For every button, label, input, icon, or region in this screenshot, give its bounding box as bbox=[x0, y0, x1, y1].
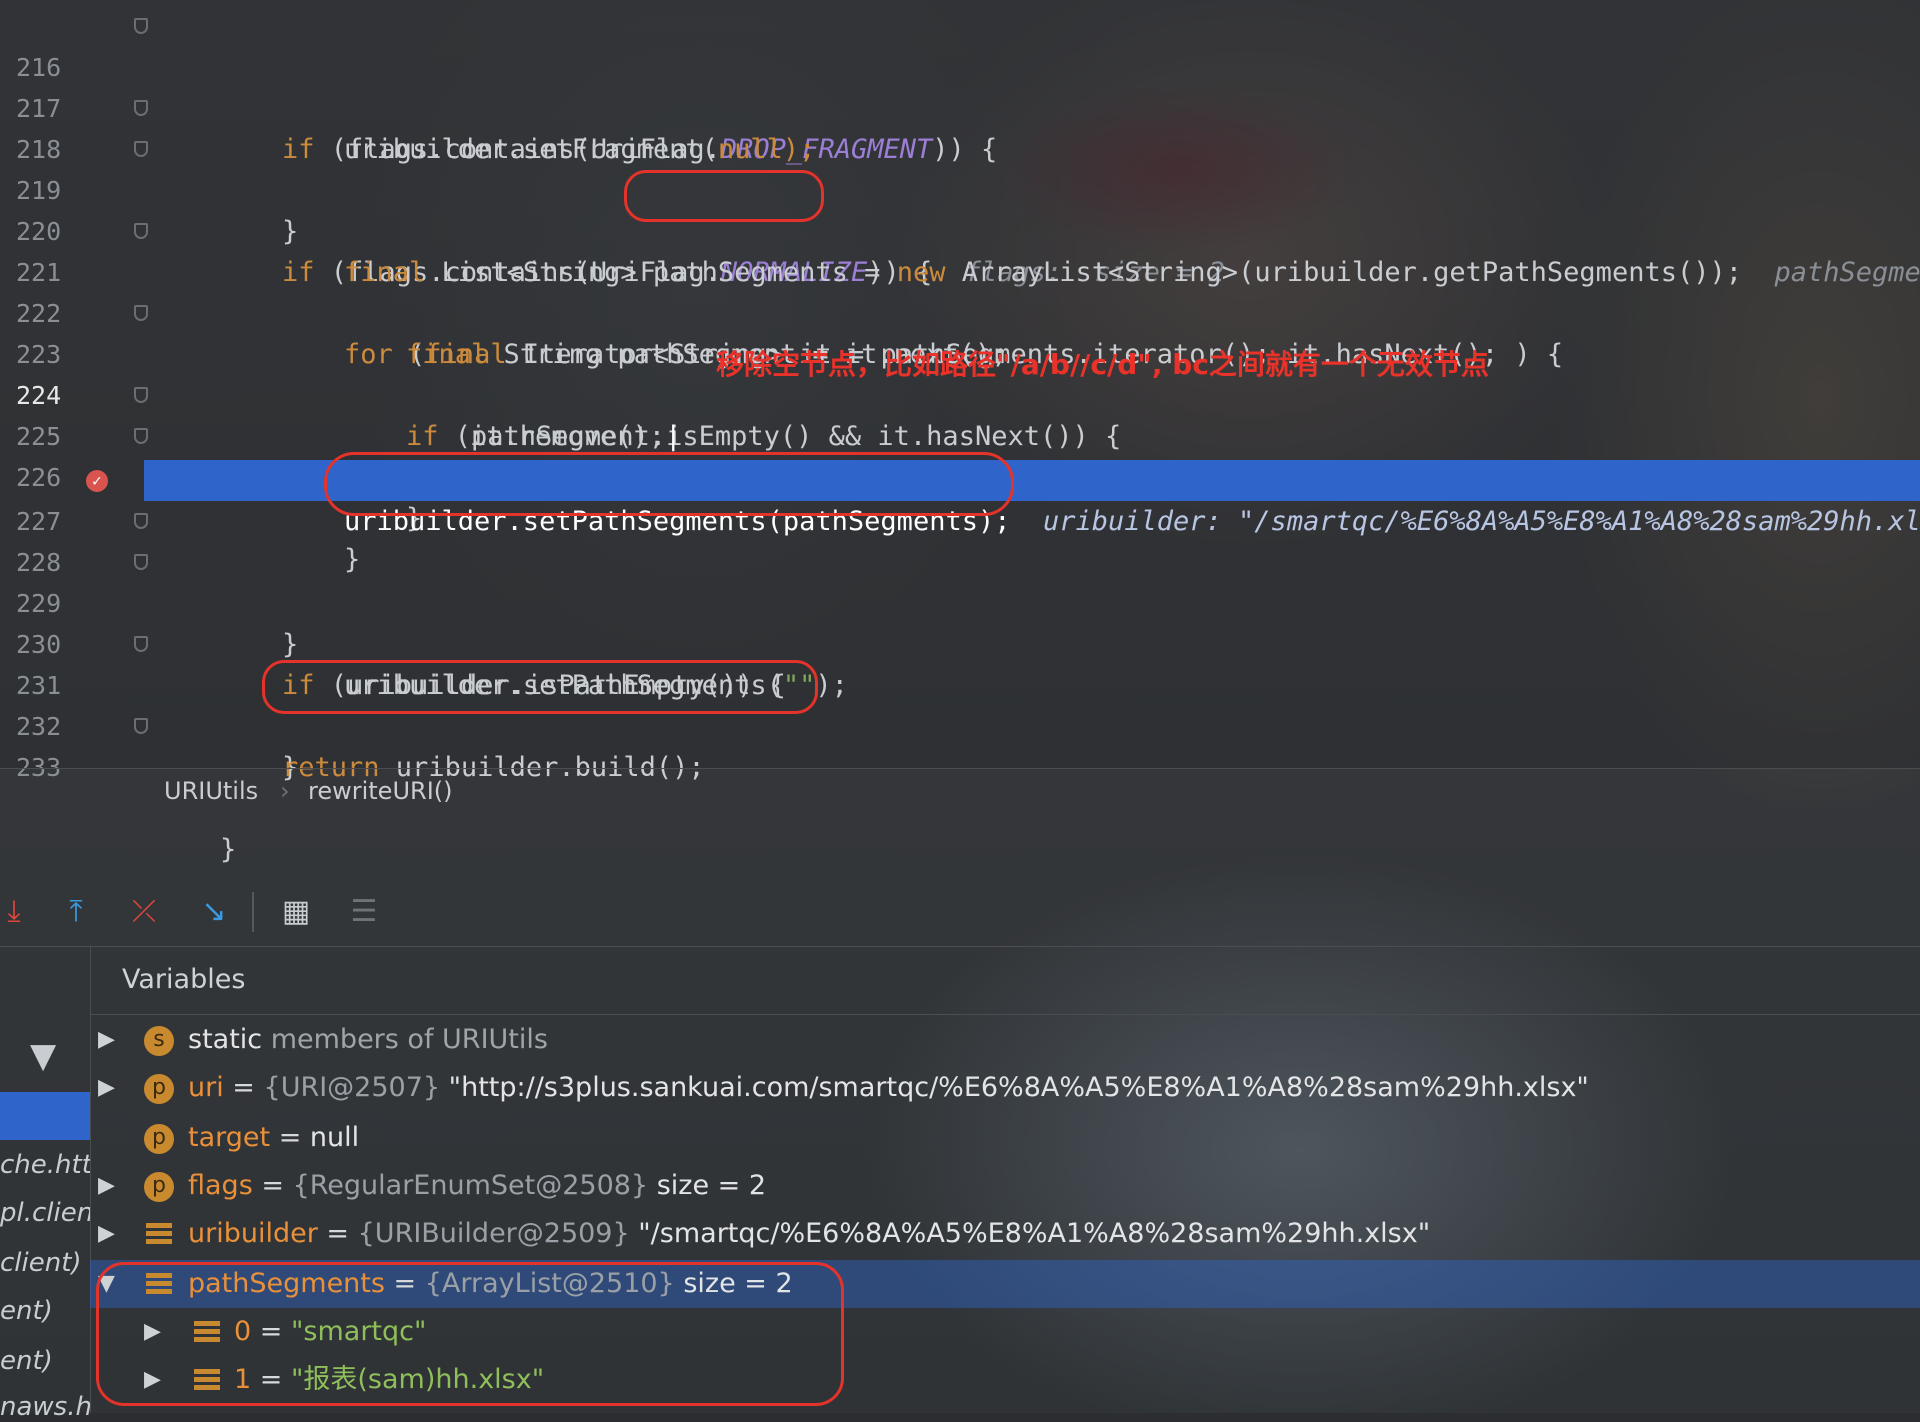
code-line[interactable]: 219 if (flags.contains(UriFlag.NORMALIZE… bbox=[0, 129, 1920, 288]
frame-item[interactable]: che.http bbox=[0, 1150, 90, 1180]
trace-icon[interactable]: ☰ bbox=[346, 894, 382, 930]
fold-icon[interactable] bbox=[134, 387, 148, 403]
frame-item[interactable]: ent) bbox=[0, 1346, 90, 1376]
parameter-badge-icon: p bbox=[144, 1172, 174, 1202]
code-line[interactable]: 226 } bbox=[0, 416, 1920, 575]
fold-icon[interactable] bbox=[134, 636, 148, 652]
expand-arrow-icon[interactable]: ▶ bbox=[98, 1016, 115, 1064]
field-icon bbox=[146, 1223, 172, 1245]
variable-row[interactable]: p target = null bbox=[90, 1114, 1920, 1162]
code-line[interactable]: 231 } bbox=[0, 624, 1920, 783]
variables-title: Variables bbox=[122, 964, 246, 995]
code-line[interactable]: 218 } bbox=[0, 88, 1920, 247]
code-editor[interactable]: 216 if (flags.contains(UriFlag.DROP_FRAG… bbox=[0, 0, 1920, 865]
toolbar-divider bbox=[252, 892, 254, 932]
code-line[interactable]: 217 uribuilder.setFragment(null); bbox=[0, 47, 1920, 165]
expand-arrow-icon[interactable]: ▶ bbox=[98, 1210, 115, 1258]
breadcrumb-separator: › bbox=[280, 777, 290, 805]
code-line-gutter[interactable]: 227 bbox=[0, 460, 144, 536]
annotation-text: 移除空节点，比如路径"/a/b//c/d", bc之间就有一个无效节点 bbox=[716, 348, 1489, 381]
code-line[interactable]: 220 final List<String> pathSegments = ne… bbox=[0, 170, 1920, 288]
variable-row[interactable]: ▶ uribuilder = {URIBuilder@2509} "/smart… bbox=[90, 1210, 1920, 1258]
step-into-icon[interactable]: ⤓ bbox=[0, 894, 32, 930]
annotation-circle-pathsegments-tree bbox=[96, 1262, 844, 1406]
run-to-cursor-icon[interactable]: ↘ bbox=[196, 894, 232, 930]
parameter-badge-icon: p bbox=[144, 1074, 174, 1104]
breakpoint-icon[interactable] bbox=[86, 460, 108, 501]
annotation-circle-return bbox=[262, 660, 818, 714]
step-out-icon[interactable]: ⤒ bbox=[58, 894, 94, 930]
code-line[interactable]: 229 if (uribuilder.isPathEmpty()) { bbox=[0, 542, 1920, 701]
frame-item[interactable]: pl.clien bbox=[0, 1198, 90, 1228]
breadcrumb-method[interactable]: rewriteURI() bbox=[308, 777, 453, 805]
frame-item[interactable]: ent) bbox=[0, 1296, 90, 1326]
frame-item[interactable]: naws.h bbox=[0, 1392, 90, 1422]
fold-icon[interactable] bbox=[134, 100, 148, 116]
drop-frame-icon[interactable]: ⤫ bbox=[126, 894, 162, 930]
fold-icon[interactable] bbox=[134, 428, 148, 444]
annotation-circle-setpathsegments bbox=[324, 452, 1014, 516]
code-line[interactable]: 216 if (flags.contains(UriFlag.DROP_FRAG… bbox=[0, 6, 1920, 165]
annotation-circle-pathsegments bbox=[624, 170, 824, 222]
fold-icon[interactable] bbox=[134, 305, 148, 321]
frame-item[interactable]: client) bbox=[0, 1248, 90, 1278]
fold-icon[interactable] bbox=[134, 718, 148, 734]
fold-icon[interactable] bbox=[134, 513, 148, 529]
code-line[interactable]: 222 final String pathSegment = it.next()… bbox=[0, 252, 1920, 370]
variable-row[interactable]: ▶ p uri = {URI@2507} "http://s3plus.sank… bbox=[90, 1064, 1920, 1112]
fold-icon[interactable] bbox=[134, 554, 148, 570]
expand-arrow-icon[interactable]: ▶ bbox=[98, 1064, 115, 1112]
code-line[interactable]: 223 if (pathSegment.isEmpty() && it.hasN… bbox=[0, 293, 1920, 452]
fold-icon[interactable] bbox=[134, 223, 148, 239]
debug-toolbar: ⤓ ⤒ ⤫ ↘ ▦ ☰ bbox=[0, 880, 1920, 947]
parameter-badge-icon: p bbox=[144, 1124, 174, 1154]
breadcrumb-class[interactable]: URIUtils bbox=[164, 777, 258, 805]
variables-header: Variables bbox=[90, 946, 1920, 1015]
breadcrumb: URIUtils › rewriteURI() bbox=[0, 768, 1920, 815]
expand-arrow-icon[interactable]: ▶ bbox=[98, 1162, 115, 1210]
static-badge-icon: s bbox=[144, 1026, 174, 1056]
selected-frame[interactable] bbox=[0, 1092, 90, 1140]
code-line[interactable]: 230 uribuilder.setPathSegments(""); bbox=[0, 583, 1920, 701]
code-line[interactable]: 221 for (final Iterator<String> it = pat… bbox=[0, 211, 1920, 370]
variable-row[interactable]: ▶ s static members of URIUtils bbox=[90, 1016, 1920, 1064]
fold-icon[interactable] bbox=[134, 141, 148, 157]
variable-row[interactable]: ▶ p flags = {RegularEnumSet@2508} size =… bbox=[90, 1162, 1920, 1210]
evaluate-expression-icon[interactable]: ▦ bbox=[278, 894, 314, 930]
frames-panel: ▼ che.http pl.clien client) ent) ent) na… bbox=[0, 946, 91, 1422]
filter-icon[interactable]: ▼ bbox=[30, 1036, 56, 1076]
fold-icon[interactable] bbox=[134, 18, 148, 34]
